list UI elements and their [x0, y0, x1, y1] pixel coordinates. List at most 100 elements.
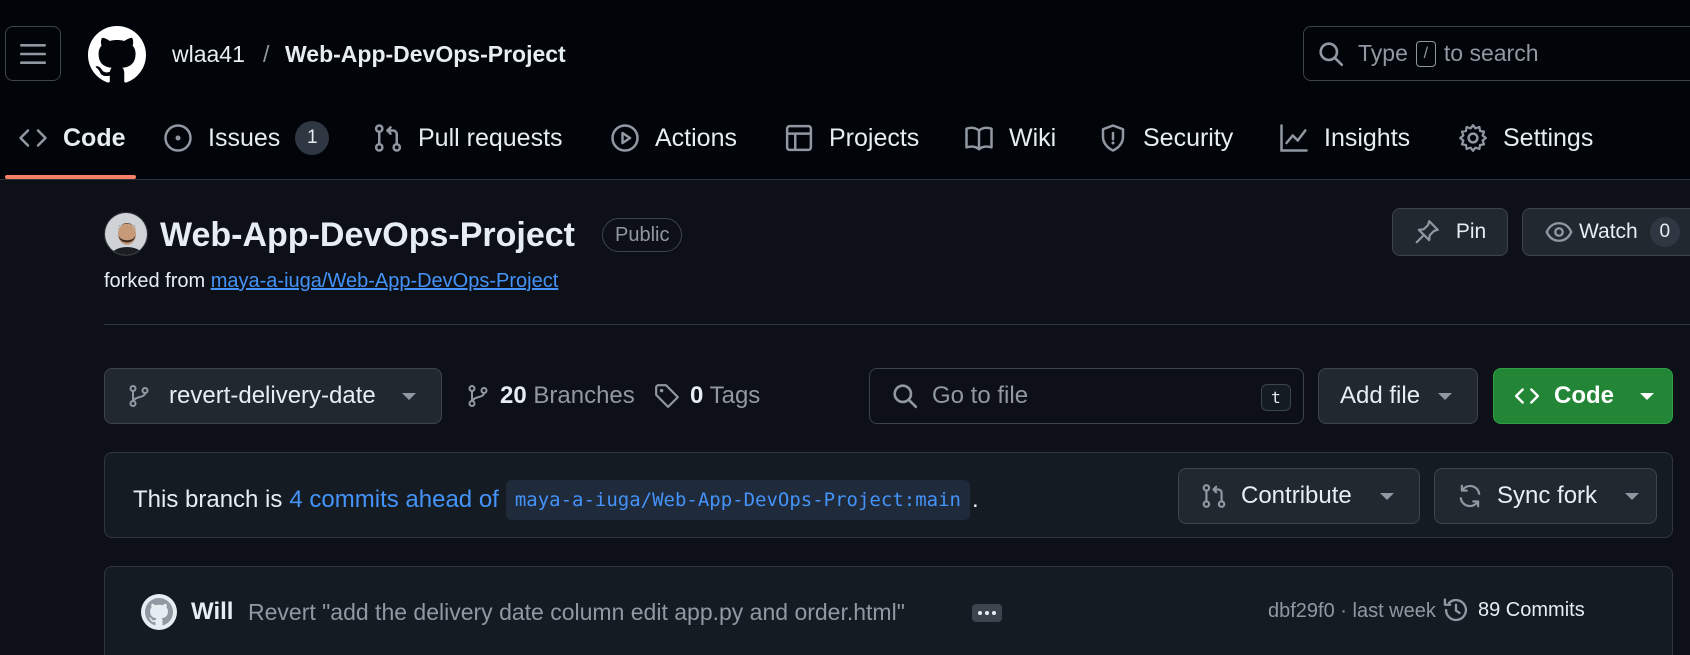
tab-security[interactable]: Security — [1098, 112, 1233, 164]
branch-name: revert-delivery-date — [169, 382, 376, 409]
tab-label: Insights — [1324, 123, 1411, 152]
sync-icon — [1459, 484, 1481, 508]
ellipsis-icon — [978, 611, 982, 615]
tab-label: Projects — [829, 123, 920, 152]
fork-status-suffix: . — [971, 486, 979, 513]
search-placeholder-suffix: to search — [1443, 40, 1539, 66]
search-icon — [1319, 41, 1344, 66]
sync-fork-button[interactable]: Sync fork — [1434, 468, 1657, 524]
tab-pull-requests[interactable]: Pull requests — [373, 112, 563, 164]
active-tab-indicator — [5, 175, 136, 179]
repo-title[interactable]: Web-App-DevOps-Project — [160, 214, 575, 256]
branches-link[interactable]: 20 Branches — [466, 382, 635, 410]
go-to-file-placeholder: Go to file — [932, 382, 1029, 409]
eye-icon — [1545, 222, 1573, 242]
git-pull-request-icon — [374, 124, 402, 152]
tab-code[interactable]: Code — [18, 112, 126, 164]
search-input[interactable]: Type / to search — [1303, 26, 1690, 81]
git-branch-icon — [129, 385, 149, 407]
visibility-badge: Public — [602, 218, 683, 252]
code-label: Code — [1554, 382, 1614, 409]
search-placeholder: Type / to search — [1358, 40, 1538, 67]
tab-label: Wiki — [1009, 123, 1057, 152]
tag-icon — [655, 384, 679, 408]
chevron-down-icon — [1438, 392, 1453, 400]
owner-avatar[interactable] — [104, 212, 148, 256]
tab-settings[interactable]: Settings — [1458, 112, 1593, 164]
git-branch-icon — [468, 385, 488, 407]
branches-count: 20 — [500, 382, 527, 409]
tab-issues[interactable]: Issues 1 — [163, 112, 330, 164]
history-icon — [1443, 598, 1468, 622]
tab-label: Settings — [1503, 123, 1594, 152]
table-icon — [785, 124, 813, 152]
tab-wiki[interactable]: Wiki — [964, 112, 1056, 164]
add-file-label: Add file — [1340, 382, 1421, 409]
chevron-down-icon — [1379, 492, 1394, 500]
watch-count-badge: 0 — [1649, 217, 1680, 247]
forked-from-link[interactable]: maya-a-iuga/Web-App-DevOps-Project — [211, 270, 559, 292]
git-pull-request-icon — [1202, 484, 1226, 508]
tab-insights[interactable]: Insights — [1279, 112, 1410, 164]
hamburger-icon — [20, 43, 46, 64]
forked-prefix: forked from — [104, 270, 206, 292]
fork-status-prefix: This branch is — [133, 486, 283, 513]
chevron-down-icon — [1640, 392, 1654, 400]
book-icon — [965, 126, 993, 151]
commits-ahead-link[interactable]: 4 commits ahead of — [289, 485, 498, 515]
tab-label: Code — [63, 123, 126, 152]
avatar-image — [105, 213, 147, 255]
fork-status-text: This branch is 4 commits ahead of maya-a… — [133, 480, 979, 520]
tags-count: 0 — [690, 382, 704, 409]
gear-icon — [1459, 124, 1487, 152]
code-icon — [1514, 388, 1540, 404]
chevron-down-icon — [1625, 492, 1640, 500]
commits-history-link[interactable]: 89 Commits — [1442, 596, 1585, 624]
breadcrumb-owner[interactable]: wlaa41 — [172, 40, 245, 68]
tab-label: Pull requests — [418, 123, 563, 152]
chevron-down-icon — [401, 392, 416, 400]
breadcrumb-repo[interactable]: Web-App-DevOps-Project — [285, 40, 566, 68]
issue-opened-icon — [164, 124, 192, 152]
commit-sha-time[interactable]: dbf29f0 · last week — [1268, 600, 1436, 623]
tags-label: Tags — [709, 382, 761, 409]
commit-message[interactable]: Revert "add the delivery date column edi… — [248, 599, 905, 626]
shield-icon — [1101, 124, 1125, 152]
branches-label: Branches — [533, 382, 635, 409]
search-placeholder-prefix: Type — [1358, 40, 1408, 66]
contribute-button[interactable]: Contribute — [1178, 468, 1420, 524]
commit-author[interactable]: Will — [191, 598, 233, 626]
upstream-branch-link[interactable]: maya-a-iuga/Web-App-DevOps-Project:main — [505, 480, 970, 520]
watch-button[interactable]: Watch 0 — [1522, 208, 1690, 256]
search-shortcut-key: / — [1415, 40, 1436, 67]
search-icon — [893, 384, 918, 409]
tab-label: Actions — [655, 123, 737, 152]
watch-label: Watch — [1579, 220, 1638, 243]
commits-count-label: 89 Commits — [1478, 598, 1585, 621]
code-button[interactable]: Code — [1493, 368, 1673, 424]
github-logo-icon — [145, 598, 173, 626]
forked-from-line: forked from maya-a-iuga/Web-App-DevOps-P… — [104, 268, 558, 294]
pin-button[interactable]: Pin — [1392, 208, 1508, 256]
pin-label: Pin — [1455, 220, 1487, 243]
title-divider — [104, 324, 1690, 325]
contribute-label: Contribute — [1241, 482, 1352, 509]
tab-label: Issues — [208, 123, 281, 152]
menu-button[interactable] — [5, 26, 61, 81]
commit-author-avatar[interactable] — [141, 594, 177, 630]
sync-fork-label: Sync fork — [1497, 482, 1598, 509]
expand-commit-message-button[interactable] — [972, 604, 1002, 622]
tab-label: Security — [1143, 123, 1234, 152]
pin-icon — [1415, 220, 1439, 244]
branch-selector[interactable]: revert-delivery-date — [104, 368, 442, 424]
play-icon — [611, 124, 639, 152]
tab-projects[interactable]: Projects — [784, 112, 919, 164]
tab-actions[interactable]: Actions — [610, 112, 737, 164]
graph-icon — [1280, 124, 1308, 152]
go-to-file-shortcut-key: t — [1261, 384, 1291, 411]
go-to-file-input[interactable]: Go to file t — [869, 368, 1304, 424]
issues-count-badge: 1 — [295, 121, 330, 155]
add-file-button[interactable]: Add file — [1318, 368, 1478, 424]
github-logo-icon[interactable] — [88, 26, 146, 84]
tags-link[interactable]: 0 Tags — [654, 382, 760, 410]
